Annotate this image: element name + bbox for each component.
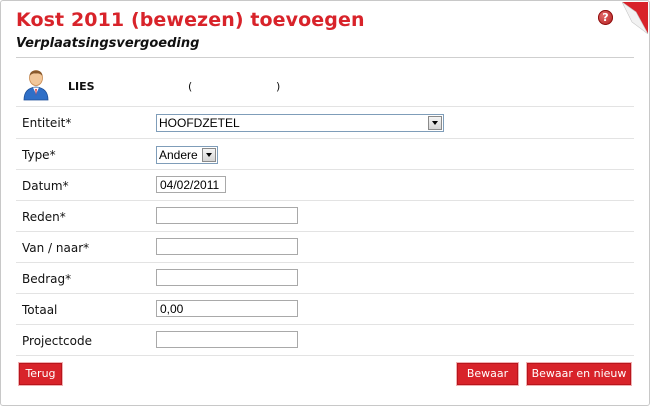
type-select[interactable]: Andere	[156, 146, 218, 164]
save-and-new-button[interactable]: Bewaar en nieuw	[527, 363, 631, 385]
row-divider	[16, 231, 634, 232]
van-naar-label: Van / naar*	[22, 241, 90, 255]
reden-label: Reden*	[22, 210, 66, 224]
row-divider	[16, 200, 634, 201]
header-divider	[16, 57, 634, 58]
row-divider	[16, 138, 634, 139]
totaal-input[interactable]: 0,00	[156, 300, 298, 317]
bedrag-label: Bedrag*	[22, 272, 72, 286]
chevron-down-icon[interactable]	[202, 148, 216, 162]
row-divider	[16, 324, 634, 325]
projectcode-label: Projectcode	[22, 334, 92, 348]
user-avatar-icon	[23, 70, 49, 101]
row-divider	[16, 169, 634, 170]
entiteit-select[interactable]: HOOFDZETEL	[156, 114, 444, 132]
datum-label: Datum*	[22, 179, 69, 193]
help-icon[interactable]: ?	[598, 10, 613, 25]
page-title: Kost 2011 (bewezen) toevoegen	[16, 9, 365, 31]
help-glyph: ?	[602, 11, 609, 24]
type-label: Type*	[22, 148, 56, 162]
datum-input[interactable]: 04/02/2011	[156, 176, 226, 193]
page-subtitle: Verplaatsingsvergoeding	[16, 36, 200, 51]
van-naar-input[interactable]	[156, 238, 298, 255]
projectcode-input[interactable]	[156, 331, 298, 348]
back-button[interactable]: Terug	[19, 363, 62, 385]
type-value: Andere	[159, 148, 198, 162]
user-name: LIES	[68, 80, 95, 93]
page-curl-icon[interactable]	[622, 2, 648, 34]
user-paren-close: )	[276, 80, 281, 93]
bedrag-input[interactable]	[156, 269, 298, 286]
entiteit-label: Entiteit*	[22, 116, 72, 130]
reden-input[interactable]	[156, 207, 298, 224]
save-button[interactable]: Bewaar	[457, 363, 518, 385]
row-divider	[16, 355, 634, 356]
entiteit-value: HOOFDZETEL	[159, 116, 240, 130]
row-divider	[16, 293, 634, 294]
row-divider	[16, 262, 634, 263]
user-paren-open: (	[188, 80, 193, 93]
totaal-label: Totaal	[22, 303, 58, 317]
dialog-frame	[0, 0, 650, 406]
row-divider	[16, 106, 634, 107]
chevron-down-icon[interactable]	[428, 116, 442, 130]
